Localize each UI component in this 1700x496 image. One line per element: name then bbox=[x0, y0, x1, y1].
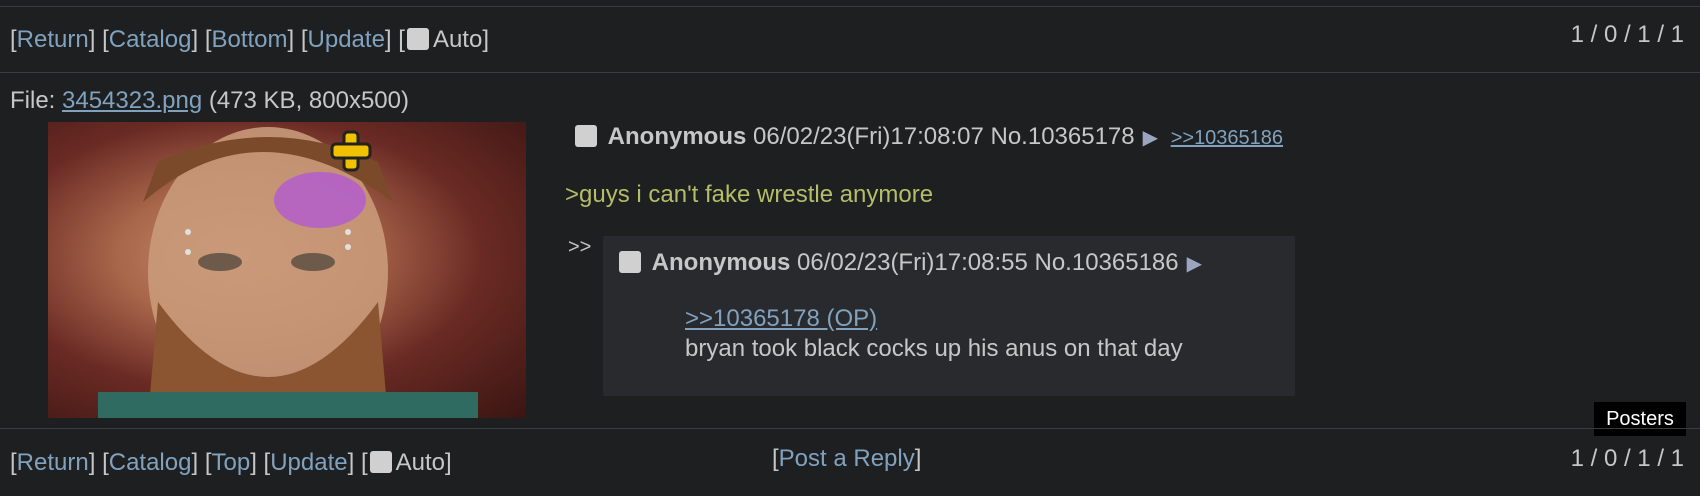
op-poster-name: Anonymous bbox=[607, 123, 747, 150]
auto-checkbox[interactable] bbox=[406, 28, 429, 50]
op-post-header: Anonymous 06/02/23(Fri)17:08:07 No.10365… bbox=[573, 120, 1283, 155]
play-triangle-icon[interactable]: ▶ bbox=[1143, 127, 1158, 149]
file-info: File: 3454323.png (473 KB, 800x500) bbox=[10, 86, 409, 116]
auto-checkbox-bottom[interactable] bbox=[369, 451, 392, 473]
reply-select-checkbox[interactable] bbox=[619, 251, 641, 273]
reply-poster-name: Anonymous bbox=[651, 249, 791, 276]
op-thumbnail-image[interactable] bbox=[48, 122, 526, 418]
post-reply-link[interactable]: Post a Reply bbox=[779, 445, 915, 472]
top-navbar: [Return] [Catalog] [Bottom] [Update] [Au… bbox=[10, 26, 489, 53]
reply-comment: bryan took black cocks up his anus on th… bbox=[685, 335, 1183, 362]
top-divider bbox=[0, 6, 1700, 7]
file-label: File: bbox=[10, 87, 56, 114]
update-link-bottom[interactable]: Update bbox=[270, 449, 347, 476]
bottom-divider bbox=[0, 428, 1700, 429]
reply-marker: >> bbox=[568, 236, 592, 258]
top-link[interactable]: Top bbox=[211, 449, 250, 476]
op-datetime: 06/02/23(Fri)17:08:07 bbox=[753, 123, 984, 150]
file-meta: (473 KB, 800x500) bbox=[208, 87, 409, 114]
thread-stats-top: 1 / 0 / 1 / 1 bbox=[1570, 21, 1684, 48]
op-backlink[interactable]: >>10365186 bbox=[1171, 127, 1283, 149]
op-select-checkbox[interactable] bbox=[575, 125, 597, 147]
reply-post-number[interactable]: No.10365186 bbox=[1035, 249, 1179, 276]
return-link-bottom[interactable]: Return bbox=[17, 449, 89, 476]
reply-post-header: Anonymous 06/02/23(Fri)17:08:55 No.10365… bbox=[617, 246, 1202, 281]
file-name-link[interactable]: 3454323.png bbox=[62, 87, 202, 114]
reply-post: Anonymous 06/02/23(Fri)17:08:55 No.10365… bbox=[603, 236, 1295, 396]
post-reply-link-wrapper: [Post a Reply] bbox=[772, 445, 922, 472]
nav-divider bbox=[0, 72, 1700, 73]
posters-button[interactable]: Posters bbox=[1594, 402, 1686, 436]
reply-quotelink[interactable]: >>10365178 (OP) bbox=[685, 304, 877, 334]
update-link[interactable]: Update bbox=[308, 26, 385, 53]
auto-label: Auto bbox=[432, 26, 483, 53]
thread-stats-bottom: 1 / 0 / 1 / 1 bbox=[1570, 445, 1684, 472]
op-comment: >guys i can't fake wrestle anymore bbox=[565, 181, 934, 208]
bottom-navbar: [Return] [Catalog] [Top] [Update] [Auto] bbox=[10, 449, 452, 476]
reply-datetime: 06/02/23(Fri)17:08:55 bbox=[797, 249, 1028, 276]
catalog-link-bottom[interactable]: Catalog bbox=[109, 449, 192, 476]
op-post-number[interactable]: No.10365178 bbox=[991, 123, 1135, 150]
auto-label-bottom: Auto bbox=[395, 449, 445, 476]
play-triangle-icon[interactable]: ▶ bbox=[1187, 253, 1202, 275]
bottom-link[interactable]: Bottom bbox=[211, 26, 287, 53]
return-link[interactable]: Return bbox=[17, 26, 89, 53]
catalog-link[interactable]: Catalog bbox=[109, 26, 192, 53]
